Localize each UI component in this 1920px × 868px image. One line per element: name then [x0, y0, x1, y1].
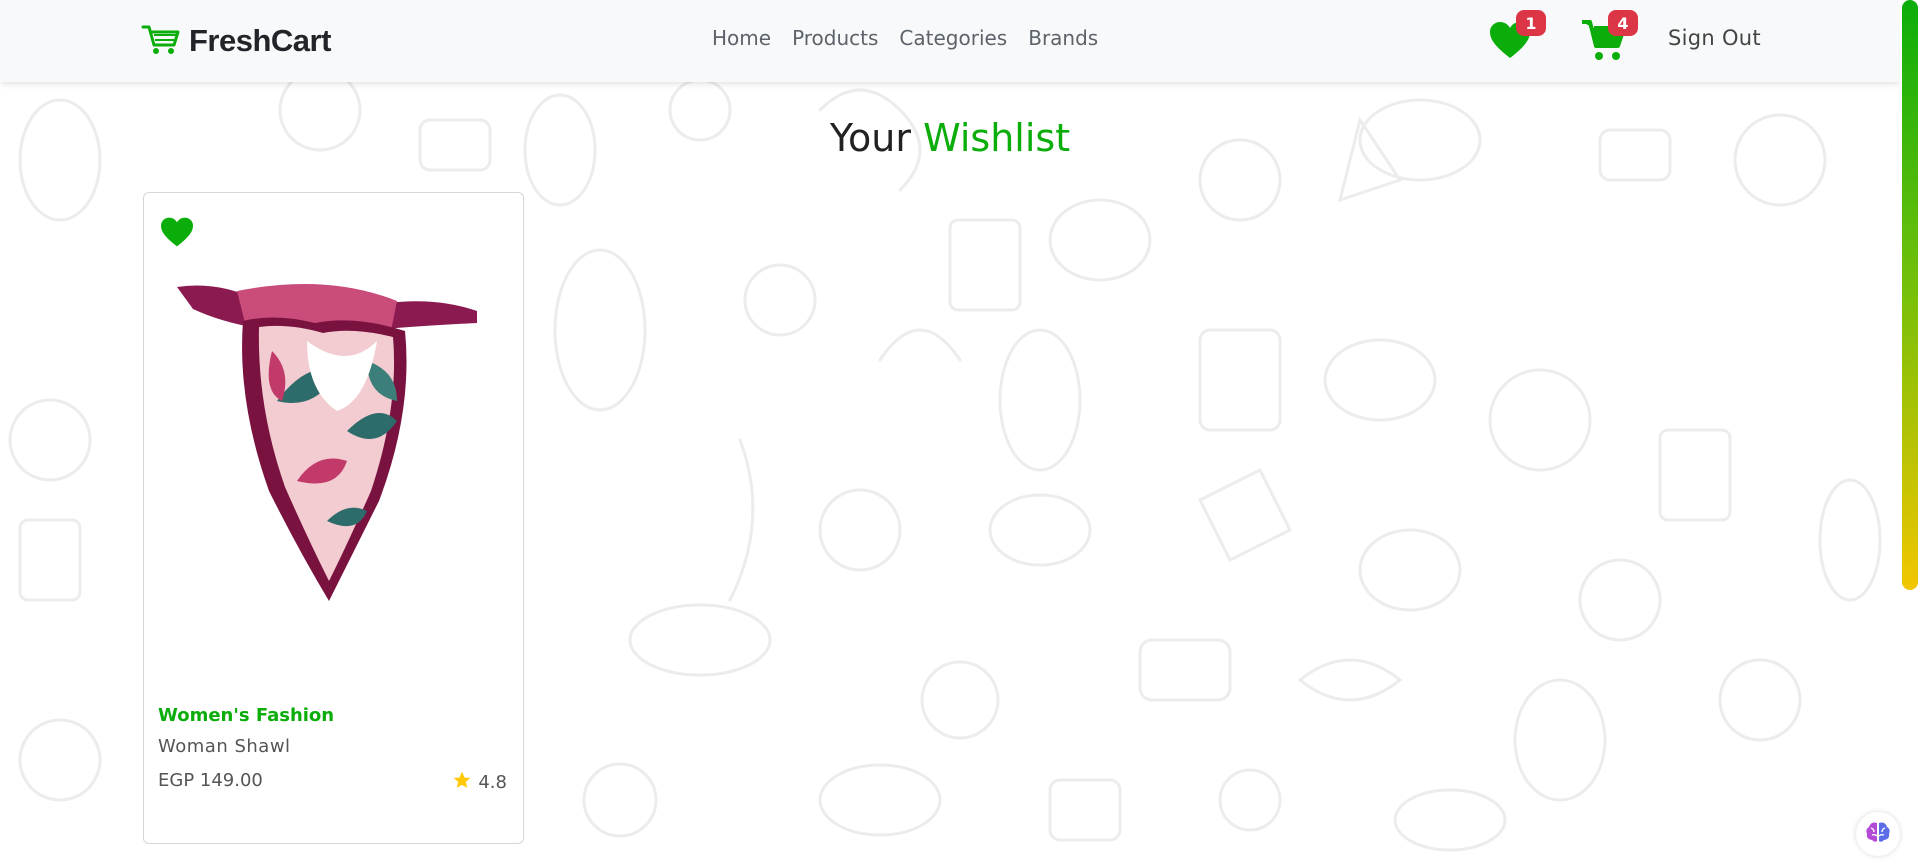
product-price: EGP 149.00: [158, 770, 263, 791]
wishlist-product-card[interactable]: Women's Fashion Woman Shawl EGP 149.00 4…: [143, 192, 524, 844]
sign-out-link[interactable]: Sign Out: [1668, 26, 1761, 50]
rating-value: 4.8: [478, 772, 507, 793]
product-rating: 4.8: [452, 770, 507, 795]
wishlist-button[interactable]: 1: [1488, 10, 1546, 62]
page-title: Your Wishlist: [0, 116, 1900, 160]
page-title-prefix: Your: [829, 116, 912, 160]
product-name: Woman Shawl: [158, 736, 291, 757]
cart-count-badge: 4: [1608, 10, 1638, 36]
product-category: Women's Fashion: [158, 705, 335, 726]
nav-link-brands[interactable]: Brands: [1028, 26, 1098, 50]
nav-link-products[interactable]: Products: [792, 26, 878, 50]
brand-logo[interactable]: FreshCart: [141, 22, 331, 60]
brain-icon: [1865, 820, 1891, 848]
scrollbar-thumb[interactable]: [1902, 0, 1918, 590]
product-image: [177, 283, 477, 601]
nav-links: Home Products Categories Brands: [712, 26, 1098, 50]
cart-button[interactable]: 4: [1580, 10, 1638, 60]
nav-link-categories[interactable]: Categories: [899, 26, 1007, 50]
star-icon: [452, 770, 472, 795]
heart-icon[interactable]: [159, 216, 195, 248]
wishlist-count-badge: 1: [1516, 10, 1546, 36]
cart-icon: [141, 23, 181, 59]
nav-link-home[interactable]: Home: [712, 26, 771, 50]
brand-name: FreshCart: [189, 23, 331, 58]
page-title-accent: Wishlist: [923, 116, 1071, 160]
navbar: FreshCart Home Products Categories Brand…: [0, 0, 1900, 82]
assistant-button[interactable]: [1856, 812, 1900, 856]
